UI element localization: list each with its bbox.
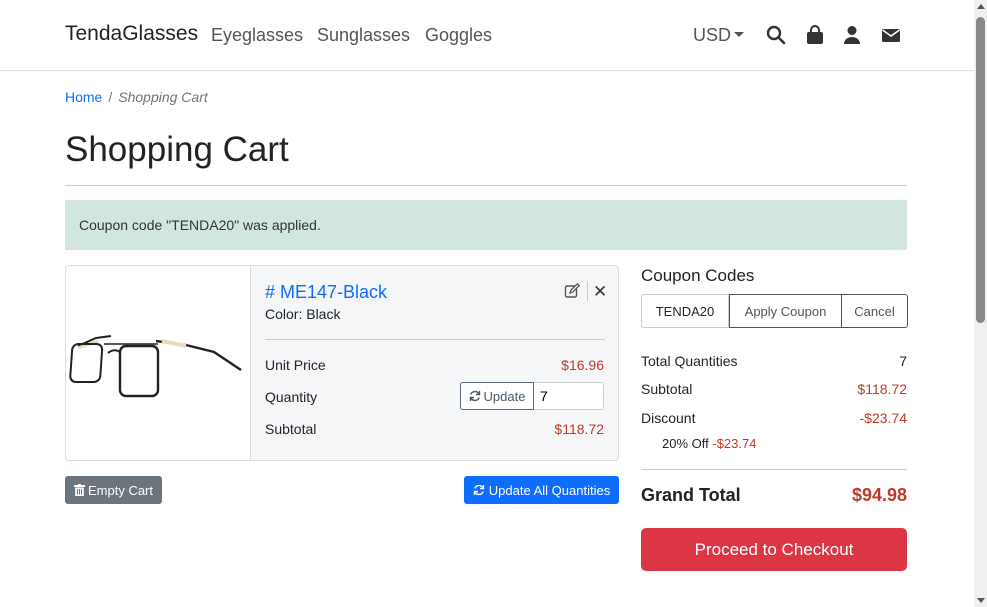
top-navbar: TendaGlasses Eyeglasses Sunglasses Goggl… [0,0,974,71]
details-divider [265,339,605,340]
page-title: Shopping Cart [65,130,289,169]
currency-dropdown[interactable]: USD [693,25,745,46]
refresh-icon [473,484,484,496]
page-scrollbar[interactable] [974,0,987,607]
coupon-alert: Coupon code "TENDA20" was applied. [65,200,907,250]
discount-detail-value: -$23.74 [712,436,757,451]
title-divider [65,185,907,186]
item-subtotal-label: Subtotal [265,421,317,437]
quantity-input[interactable] [534,382,604,410]
total-quantities-label: Total Quantities [641,353,738,369]
bag-icon[interactable] [806,25,826,45]
grand-total-label: Grand Total [641,485,741,505]
product-sku-link[interactable]: # ME147-Black [265,282,387,303]
summary-subtotal-value: $118.72 [857,381,907,397]
breadcrumb-home[interactable]: Home [65,89,102,105]
remove-item-icon[interactable]: ✕ [593,282,607,302]
breadcrumb: Home / Shopping Cart [65,89,208,105]
nav-link-goggles[interactable]: Goggles [425,25,492,46]
item-subtotal-value: $118.72 [554,421,604,437]
quantity-label: Quantity [265,389,318,405]
total-quantities-value: 7 [899,353,907,369]
alert-message: Coupon code "TENDA20" was applied. [79,217,321,233]
refresh-icon [469,390,480,402]
action-divider [587,281,588,301]
brand-logo[interactable]: TendaGlasses [65,22,198,46]
apply-coupon-button[interactable]: Apply Coupon [729,294,842,328]
caret-down-icon [734,32,745,38]
item-details: # ME147-Black Color: Black ✕ Unit Price … [251,266,618,460]
empty-cart-label: Empty Cart [87,482,153,498]
update-all-label: Update All Quantities [488,482,611,498]
nav-link-eyeglasses[interactable]: Eyeglasses [211,25,303,46]
summary-subtotal-label: Subtotal [641,381,693,397]
product-color: Color: Black [265,306,341,322]
update-quantity-button[interactable]: Update [460,382,534,410]
discount-detail-name: 20% Off [662,436,709,451]
envelope-icon[interactable] [881,25,901,45]
grand-total-value: $94.98 [851,485,907,505]
nav-link-sunglasses[interactable]: Sunglasses [317,25,410,46]
unit-price-value: $16.96 [561,357,604,373]
scroll-up-arrow-icon[interactable] [977,4,985,9]
applied-coupon-code[interactable]: TENDA20 [641,294,729,328]
discount-detail: 20% Off -$23.74 [662,436,756,451]
scroll-down-arrow-icon[interactable] [977,598,985,603]
breadcrumb-current: Shopping Cart [118,89,208,105]
discount-label: Discount [641,410,696,426]
cancel-coupon-button[interactable]: Cancel [842,294,908,328]
proceed-to-checkout-button[interactable]: Proceed to Checkout [641,528,907,571]
edit-icon[interactable] [564,282,581,299]
user-icon[interactable] [843,25,863,45]
empty-cart-button[interactable]: Empty Cart [65,476,162,504]
search-icon[interactable] [766,25,786,45]
summary-divider [641,469,907,470]
breadcrumb-separator: / [108,89,113,105]
eyeglasses-image [69,335,242,398]
cart-item-card: # ME147-Black Color: Black ✕ Unit Price … [65,265,619,461]
unit-price-label: Unit Price [265,357,326,373]
update-label: Update [483,388,526,404]
scrollbar-thumb[interactable] [976,17,985,323]
product-image[interactable] [66,266,251,460]
currency-label: USD [693,25,732,45]
update-all-quantities-button[interactable]: Update All Quantities [464,476,619,504]
discount-value: -$23.74 [859,410,907,426]
trash-icon [73,484,85,496]
coupon-input-group: TENDA20 Apply Coupon Cancel [641,294,908,328]
coupon-codes-heading: Coupon Codes [641,266,755,285]
